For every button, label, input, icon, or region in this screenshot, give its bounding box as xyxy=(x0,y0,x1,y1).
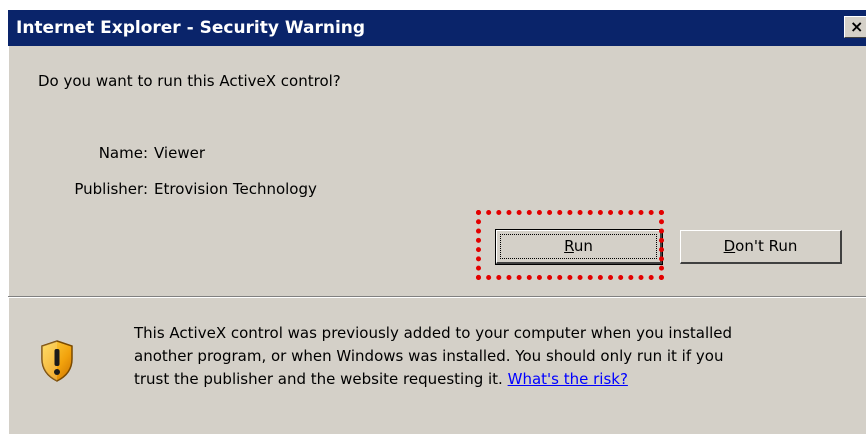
focus-rectangle xyxy=(500,234,657,259)
publisher-value: Etrovision Technology xyxy=(154,180,317,198)
info-line-3: trust the publisher and the website requ… xyxy=(134,368,860,391)
left-edge xyxy=(8,46,9,434)
name-label: Name: xyxy=(98,144,148,162)
window-title: Internet Explorer - Security Warning xyxy=(16,18,366,38)
prompt-question: Do you want to run this ActiveX control? xyxy=(38,72,341,90)
info-line-2: another program, or when Windows was ins… xyxy=(134,347,724,365)
whats-the-risk-link[interactable]: What's the risk? xyxy=(508,370,628,388)
title-bar[interactable]: Internet Explorer - Security Warning × xyxy=(8,10,866,46)
run-button[interactable]: Run xyxy=(495,229,663,265)
security-warning-dialog: Internet Explorer - Security Warning × D… xyxy=(0,0,866,434)
name-value: Viewer xyxy=(154,144,205,162)
dialog-body: Do you want to run this ActiveX control?… xyxy=(8,46,866,434)
info-line-3-text: trust the publisher and the website requ… xyxy=(134,370,503,388)
info-line-1: This ActiveX control was previously adde… xyxy=(134,324,733,342)
divider xyxy=(8,296,866,298)
warning-shield-icon xyxy=(41,340,73,382)
close-icon: × xyxy=(850,17,864,36)
info-message: This ActiveX control was previously adde… xyxy=(134,322,860,391)
close-button[interactable]: × xyxy=(844,16,866,38)
dont-run-accelerator: D xyxy=(723,237,736,255)
publisher-label: Publisher: xyxy=(74,180,148,198)
dont-run-button[interactable]: Don't Run xyxy=(680,230,842,264)
dont-run-label: on't Run xyxy=(735,237,798,255)
